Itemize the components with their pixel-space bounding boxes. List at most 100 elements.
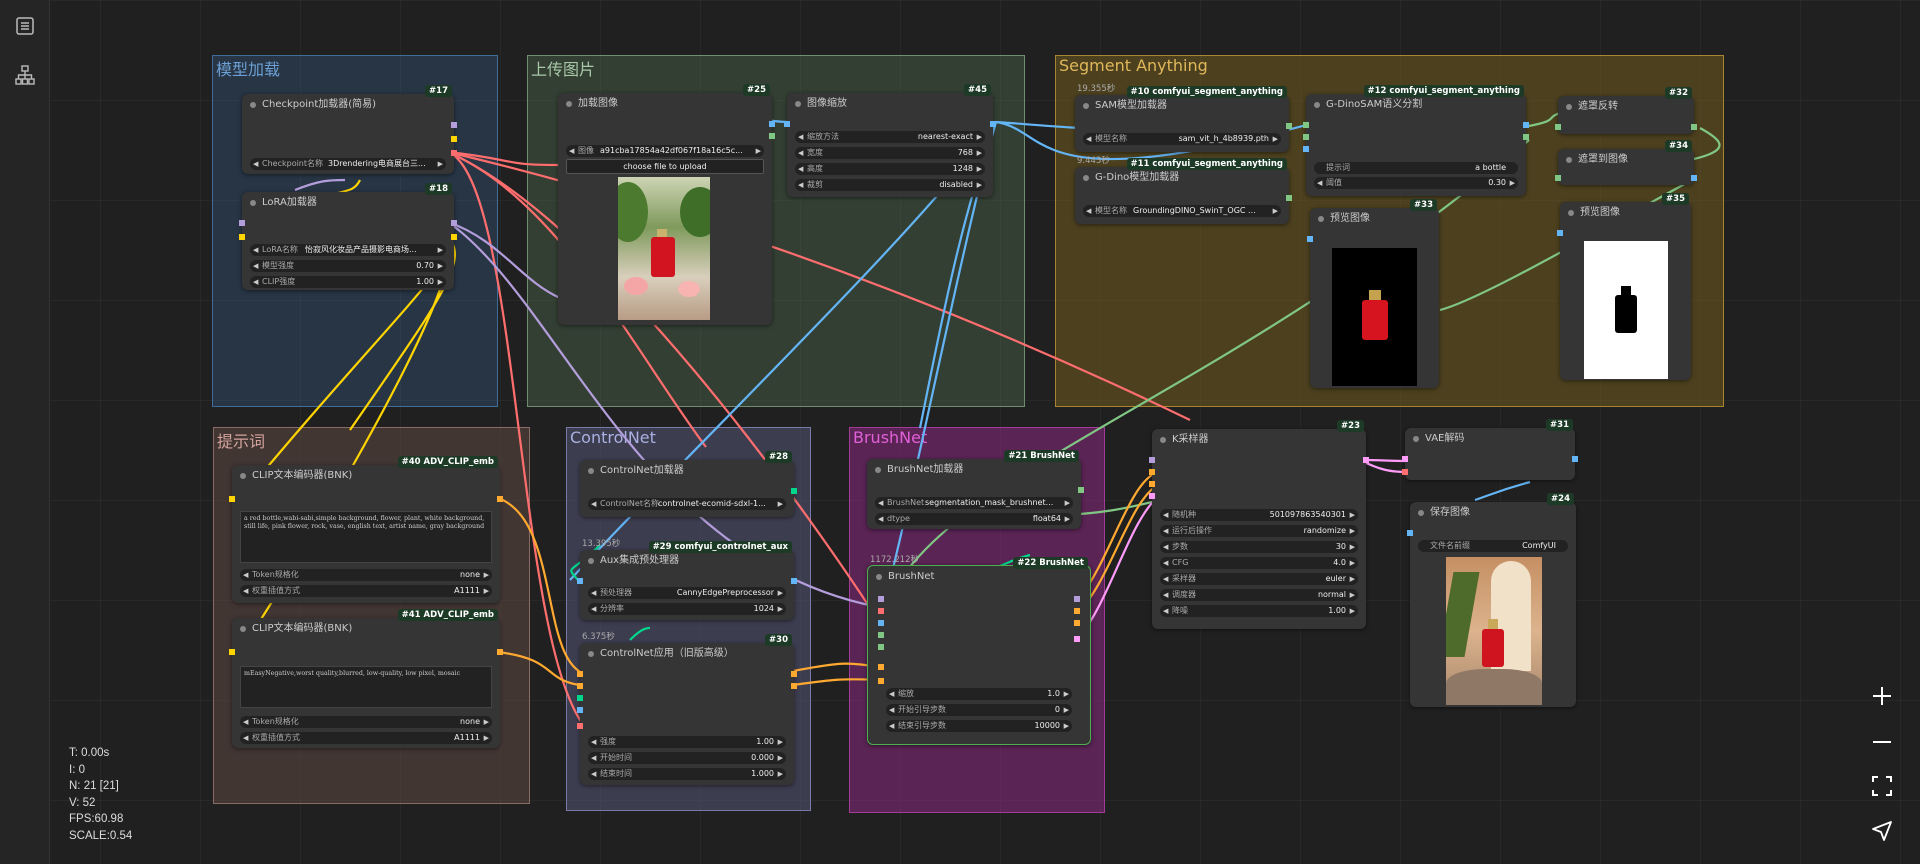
input-latent-slot[interactable] xyxy=(1402,456,1408,462)
output-positive-slot[interactable] xyxy=(1074,608,1080,614)
seed-value[interactable]: ◀ 随机种 501097863540301 ▶ xyxy=(1160,509,1358,521)
node-library-button[interactable] xyxy=(12,62,38,88)
output-gdino-slot[interactable] xyxy=(1286,195,1292,201)
input-image-slot[interactable] xyxy=(1307,236,1313,242)
output-latent-slot[interactable] xyxy=(1363,457,1369,463)
control-after-generate[interactable]: ◀ 运行后操作 randomize ▶ xyxy=(1160,525,1358,537)
collapse-dot[interactable] xyxy=(240,626,246,632)
collapse-dot[interactable] xyxy=(240,473,246,479)
canvas[interactable]: 模型加载 上传图片 Segment Anything 提示词 ControlNe… xyxy=(0,0,1920,864)
input-image-slot[interactable] xyxy=(1557,230,1563,236)
steps-value[interactable]: ◀ 步数 30 ▶ xyxy=(1160,541,1358,553)
output-sam-slot[interactable] xyxy=(1286,123,1292,129)
input-negative-slot[interactable] xyxy=(878,678,884,684)
node-ksampler[interactable]: #23 K采样器 ◀ 随机种 501097863540301 ▶ ◀ 运行后操作 rand… xyxy=(1149,420,1369,629)
input-image-slot[interactable] xyxy=(878,620,884,626)
collapse-dot[interactable] xyxy=(566,101,572,107)
node-image-scale[interactable]: #45 图像缩放 ◀ 缩放方法 nearest-exact ▶ ◀ 宽度 768 ▶ ◀ 高度… xyxy=(784,84,996,197)
collapse-dot[interactable] xyxy=(250,102,256,108)
input-clip-slot[interactable] xyxy=(239,234,245,240)
output-image-slot[interactable] xyxy=(791,578,797,584)
node-clip-text-negative[interactable]: #41 ADV_CLIP_emb CLIP文本编码器(BNK) mEasyNeg… xyxy=(229,609,503,748)
upscale-method[interactable]: ◀ 缩放方法 nearest-exact ▶ xyxy=(795,131,985,143)
controlnet-name-combo[interactable]: ◀ ControlNet名称 controlnet-ecomid-sdxl-1...… xyxy=(588,498,786,510)
collapse-dot[interactable] xyxy=(795,101,801,107)
dtype-combo[interactable]: ◀ dtype float64 ▶ xyxy=(875,513,1073,525)
prompt-text-field[interactable]: 提示词 a bottle xyxy=(1314,162,1518,174)
weight-interpretation[interactable]: ◀ 权重插值方式 A1111 ▶ xyxy=(240,585,492,597)
collapse-dot[interactable] xyxy=(588,651,594,657)
input-vae-slot[interactable] xyxy=(577,723,583,729)
collapse-dot[interactable] xyxy=(1568,210,1574,216)
crop-combo[interactable]: ◀ 裁剪 disabled ▶ xyxy=(795,179,985,191)
output-model-slot[interactable] xyxy=(451,122,457,128)
collapse-dot[interactable] xyxy=(875,467,881,473)
node-vae-decode[interactable]: #31 VAE解码 xyxy=(1402,419,1578,480)
output-mask-slot[interactable] xyxy=(1691,124,1697,130)
collapse-dot[interactable] xyxy=(1160,437,1166,443)
output-brushnet-slot[interactable] xyxy=(1078,487,1084,493)
collapse-dot[interactable] xyxy=(1566,104,1572,110)
zoom-in-button[interactable] xyxy=(1862,678,1902,714)
input-positive-slot[interactable] xyxy=(878,664,884,670)
image-combo[interactable]: ◀ 图像 a91cba17854a42df067f18a16c5c... ▶ xyxy=(566,145,764,157)
width-value[interactable]: ◀ 宽度 768 ▶ xyxy=(795,147,985,159)
cfg-value[interactable]: ◀ CFG 4.0 ▶ xyxy=(1160,557,1358,569)
input-clip-slot[interactable] xyxy=(229,496,235,502)
output-image-slot[interactable] xyxy=(990,121,996,127)
input-vae-slot[interactable] xyxy=(1402,469,1408,475)
input-sam-slot[interactable] xyxy=(1303,122,1309,128)
node-aux-preprocessor[interactable]: 13.395秒 #29 comfyui_controlnet_aux Aux集成… xyxy=(577,539,797,620)
input-controlnet-slot[interactable] xyxy=(577,695,583,701)
node-mask-invert[interactable]: #32 遮罩反转 xyxy=(1555,87,1697,134)
node-sam-loader[interactable]: 19.355秒 #10 comfyui_segment_anything SAM… xyxy=(1075,84,1292,152)
negative-prompt-textarea[interactable]: mEasyNegative,worst quality,blurred, low… xyxy=(240,666,492,708)
node-clip-text-positive[interactable]: #40 ADV_CLIP_emb CLIP文本编码器(BNK) a red bo… xyxy=(229,456,503,603)
weight-interpretation[interactable]: ◀ 权重插值方式 A1111 ▶ xyxy=(240,732,492,744)
lora-clip-strength[interactable]: ◀ CLIP强度 1.00 ▶ xyxy=(250,276,446,288)
node-brushnet-loader[interactable]: #21 BrushNet BrushNet加载器 ◀ BrushNet segmen… xyxy=(867,450,1084,529)
scale-value[interactable]: ◀ 缩放 1.0 ▶ xyxy=(886,688,1072,700)
collapse-dot[interactable] xyxy=(1418,510,1424,516)
scheduler-combo[interactable]: ◀ 调度器 normal ▶ xyxy=(1160,589,1358,601)
filename-prefix-field[interactable]: 文件名前缀 ComfyUI xyxy=(1418,540,1568,552)
output-positive-slot[interactable] xyxy=(791,671,797,677)
input-image-slot[interactable] xyxy=(784,121,790,127)
output-negative-slot[interactable] xyxy=(1074,620,1080,626)
resolution-value[interactable]: ◀ 分辨率 1024 ▶ xyxy=(588,603,786,615)
input-mask-slot[interactable] xyxy=(1555,175,1561,181)
end-at-value[interactable]: ◀ 结束引导步数 10000 ▶ xyxy=(886,720,1072,732)
input-brushnet-slot[interactable] xyxy=(878,644,884,650)
sampler-combo[interactable]: ◀ 采样器 euler ▶ xyxy=(1160,573,1358,585)
start-at-value[interactable]: ◀ 开始引导步数 0 ▶ xyxy=(886,704,1072,716)
collapse-dot[interactable] xyxy=(1083,103,1089,109)
token-normalization[interactable]: ◀ Token规格化 none ▶ xyxy=(240,716,492,728)
lora-model-strength[interactable]: ◀ 模型强度 0.70 ▶ xyxy=(250,260,446,272)
input-gdino-slot[interactable] xyxy=(1303,134,1309,140)
input-mask-slot[interactable] xyxy=(878,632,884,638)
node-controlnet-loader[interactable]: #28 ControlNet加载器 ◀ ControlNet名称 controlne… xyxy=(580,451,797,517)
threshold-value[interactable]: ◀ 阈值 0.30 ▶ xyxy=(1314,177,1518,189)
locate-button[interactable] xyxy=(1862,813,1902,849)
ckpt-name-combo[interactable]: ◀ Checkpoint名称 3Drendering电商展台三... ▶ xyxy=(250,158,446,170)
node-preview-image[interactable]: #35 预览图像 xyxy=(1557,193,1691,380)
prompt-textarea[interactable]: a red bottle,wabi-sabi,simple background… xyxy=(240,511,492,563)
output-image-slot[interactable] xyxy=(769,121,775,127)
output-conditioning-slot[interactable] xyxy=(497,649,503,655)
input-image-slot[interactable] xyxy=(1407,530,1413,536)
input-clip-slot[interactable] xyxy=(229,649,235,655)
input-image-slot[interactable] xyxy=(577,707,583,713)
collapse-dot[interactable] xyxy=(588,468,594,474)
input-image-slot[interactable] xyxy=(1303,146,1309,152)
output-clip-slot[interactable] xyxy=(451,234,457,240)
collapse-dot[interactable] xyxy=(1413,436,1419,442)
node-controlnet-apply[interactable]: 6.375秒 #30 ControlNet应用（旧版高级） ◀ 强度 1.00 ▶ ◀… xyxy=(577,632,797,785)
output-image-slot[interactable] xyxy=(1523,122,1529,128)
collapse-dot[interactable] xyxy=(1083,175,1089,181)
collapse-dot[interactable] xyxy=(1314,102,1320,108)
node-load-image[interactable]: #25 加载图像 ◀ 图像 a91cba17854a42df067f18a16c5c… xyxy=(558,84,775,325)
strength-value[interactable]: ◀ 强度 1.00 ▶ xyxy=(588,736,786,748)
collapse-dot[interactable] xyxy=(588,558,594,564)
node-gdino-loader[interactable]: 9.443秒 #11 comfyui_segment_anything G-Di… xyxy=(1075,156,1292,224)
output-latent-slot[interactable] xyxy=(1074,636,1080,642)
